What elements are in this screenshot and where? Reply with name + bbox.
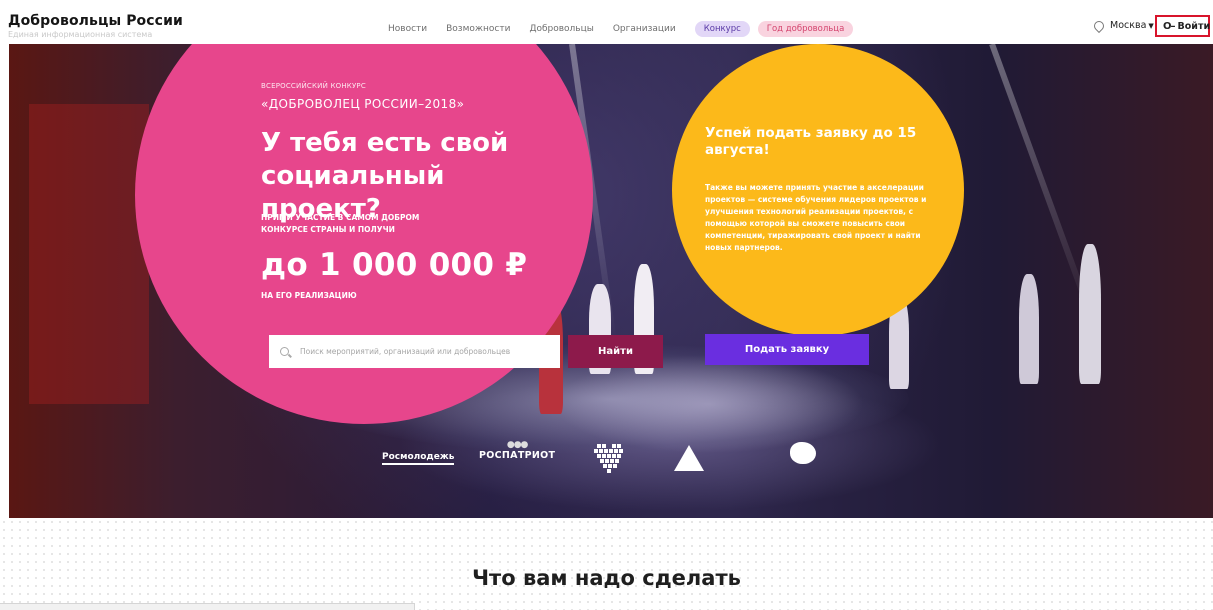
site-logo-subtitle: Единая информационная система: [8, 30, 153, 39]
partner-flower-logo[interactable]: [790, 442, 816, 464]
key-icon: O–: [1163, 20, 1175, 32]
flower-emblem-icon: [790, 442, 816, 464]
triangle-emblem-icon: [674, 445, 704, 471]
login-label: Войти: [1177, 20, 1211, 32]
pixel-heart-icon: [594, 444, 623, 473]
partner-rosmolodezh-logo[interactable]: Росмолодежь: [382, 452, 455, 465]
apply-button[interactable]: Подать заявку: [705, 334, 869, 365]
partner-association-logo[interactable]: [674, 445, 704, 471]
site-logo-title[interactable]: Добровольцы России: [8, 13, 183, 29]
contest-kicker: ВСЕРОССИЙСКИЙ КОНКУРС: [261, 82, 366, 90]
search-icon: [280, 347, 289, 356]
performer-figure: [1079, 244, 1101, 384]
nav-opportunities[interactable]: Возможности: [446, 24, 510, 34]
main-nav: Новости Возможности Добровольцы Организа…: [388, 21, 861, 37]
find-button[interactable]: Найти: [568, 335, 663, 368]
login-button[interactable]: O– Войти: [1155, 15, 1210, 37]
nav-contest-pill[interactable]: Конкурс: [694, 21, 750, 37]
chevron-down-icon: ▼: [1148, 21, 1154, 30]
dotted-section-background: [0, 518, 1213, 610]
search-bar: [269, 335, 560, 368]
nav-news[interactable]: Новости: [388, 24, 427, 34]
rospatriot-name: РОСПАТРИОТ: [479, 450, 556, 461]
browser-status-bar: [0, 603, 415, 610]
search-input[interactable]: [298, 346, 552, 357]
city-label: Москва: [1110, 20, 1147, 31]
nav-volunteers[interactable]: Добровольцы: [529, 24, 593, 34]
rospatriot-emblem-icon: ●●●: [506, 440, 529, 450]
partner-rospatriot-logo[interactable]: ●●● РОСПАТРИОТ: [479, 440, 555, 461]
contest-name: «ДОБРОВОЛЕЦ РОССИИ–2018»: [261, 97, 465, 111]
location-pin-icon: [1091, 18, 1107, 33]
deadline-title: Успей подать заявку до 15 августа!: [705, 125, 917, 158]
stage-curtain: [29, 104, 149, 404]
contest-prize: до 1 000 000 ₽: [261, 247, 528, 283]
contest-prize-note: НА ЕГО РЕАЛИЗАЦИЮ: [261, 291, 357, 300]
contest-call-to-action: ПРИМИ УЧАСТИЕ В САМОМ ДОБРОМ КОНКУРСЕ СТ…: [261, 213, 420, 234]
city-selector[interactable]: Москва ▼: [1091, 18, 1154, 33]
nav-organizations[interactable]: Организации: [613, 24, 676, 34]
performer-figure: [1019, 274, 1039, 384]
nav-volunteer-year-pill[interactable]: Год добровольца: [757, 21, 854, 37]
site-header: Добровольцы России Единая информационная…: [0, 0, 1213, 44]
deadline-description: Также вы можете принять участие в акселе…: [705, 183, 927, 252]
partner-heart-logo[interactable]: [594, 440, 624, 478]
section-title: Что вам надо сделать: [472, 566, 741, 590]
